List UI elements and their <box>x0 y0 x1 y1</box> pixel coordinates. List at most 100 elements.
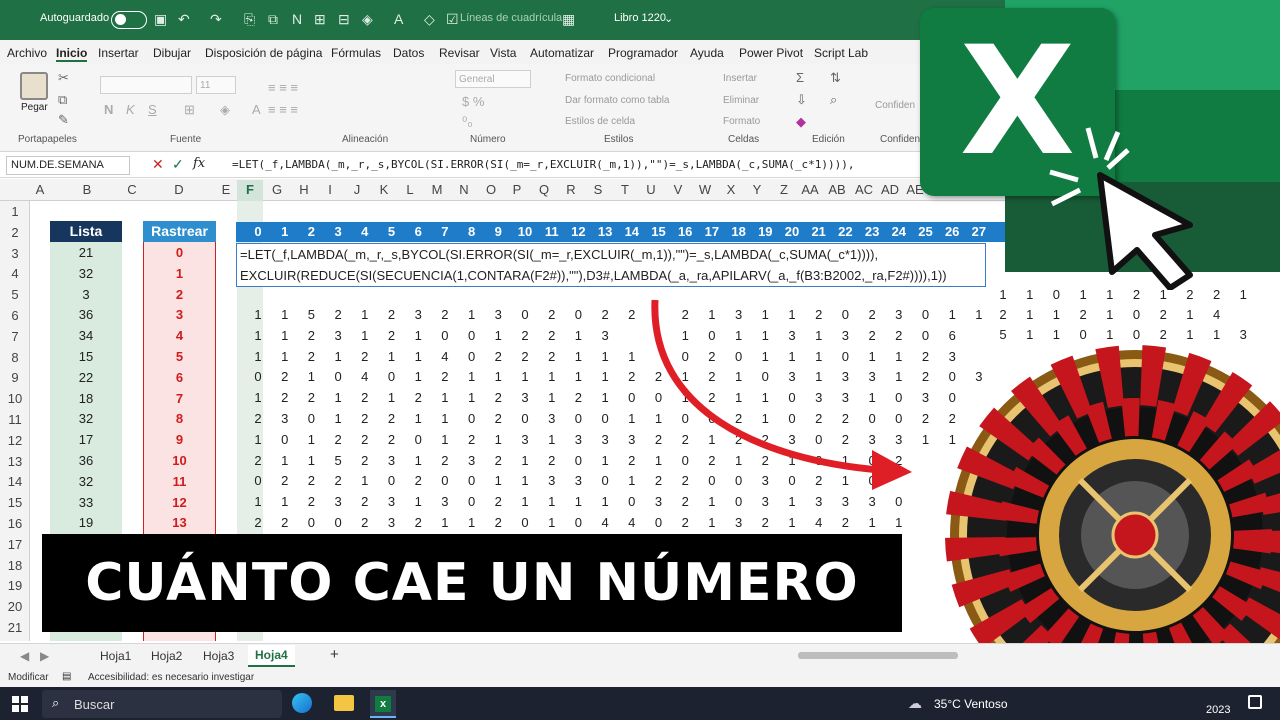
grid-cell[interactable]: 1 <box>298 432 324 447</box>
grid-cell[interactable]: 3 <box>432 494 458 509</box>
column-header-aa[interactable]: AA <box>797 182 823 197</box>
excel-taskbar-icon[interactable]: x <box>370 690 396 718</box>
grid-cell[interactable]: 2 <box>485 411 511 426</box>
grid-cell[interactable]: 0 <box>459 473 485 488</box>
grid-cell[interactable]: 1 <box>272 494 298 509</box>
accessibility-label[interactable]: Accesibilidad: es necesario investigar <box>88 672 254 683</box>
grid-cell[interactable]: 2 <box>352 390 378 405</box>
grid-cell[interactable]: 1 <box>379 390 405 405</box>
grid-cell[interactable]: 1 <box>245 349 271 364</box>
windows-start-icon[interactable] <box>12 696 28 712</box>
grid-cell[interactable]: 3 <box>592 432 618 447</box>
merge-icon[interactable]: ⊟ <box>338 11 350 27</box>
row-header-14[interactable]: 14 <box>0 474 30 489</box>
grid-cell[interactable]: 2 <box>352 453 378 468</box>
grid-cell[interactable]: 2 <box>405 390 431 405</box>
rastrear-cell[interactable]: 9 <box>143 432 216 447</box>
grid-cell[interactable]: 3 <box>325 494 351 509</box>
undo-icon[interactable]: ↶ <box>178 11 190 27</box>
grid-cell[interactable]: 5 <box>298 307 324 322</box>
autosum-icon[interactable]: Σ <box>796 70 804 85</box>
grid-cell[interactable]: 2 <box>298 328 324 343</box>
grid-cell[interactable]: 2 <box>539 349 565 364</box>
grid-cell[interactable]: 2 <box>352 349 378 364</box>
grid-cell[interactable]: 0 <box>565 453 591 468</box>
column-header-u[interactable]: U <box>638 182 664 197</box>
grid-cell[interactable]: 2 <box>325 432 351 447</box>
grid-cell[interactable]: 1 <box>432 515 458 530</box>
column-header-y[interactable]: Y <box>744 182 770 197</box>
table-icon[interactable]: ▦ <box>562 11 575 27</box>
grid-cell[interactable]: 4 <box>432 349 458 364</box>
cond-format-button[interactable]: Formato condicional <box>565 73 655 84</box>
lista-cell[interactable]: 18 <box>50 391 122 406</box>
grid-cell[interactable]: 2 <box>539 453 565 468</box>
grid-cell[interactable]: 1 <box>405 453 431 468</box>
confidential-button[interactable]: Confiden <box>875 100 915 111</box>
grid-cell[interactable]: 1 <box>939 307 965 322</box>
grid-cell[interactable]: 1 <box>539 369 565 384</box>
decimals-icon[interactable]: ⁰₀ <box>462 114 473 130</box>
grid-cell[interactable]: 1 <box>352 307 378 322</box>
grid-cell[interactable]: 0 <box>512 411 538 426</box>
grid-cell[interactable]: 3 <box>325 328 351 343</box>
cell-styles-button[interactable]: Estilos de celda <box>565 116 635 127</box>
grid-cell[interactable]: 1 <box>352 328 378 343</box>
menu-insertar[interactable]: Insertar <box>98 46 139 60</box>
formula-input[interactable]: =LET(_f,LAMBDA(_m,_r,_s,BYCOL(SI.ERROR(S… <box>232 158 855 171</box>
cancel-icon[interactable]: ✕ <box>152 156 164 173</box>
grid-cell[interactable]: 2 <box>539 307 565 322</box>
fill-color-icon[interactable]: ◈ <box>362 11 373 27</box>
grid-cell[interactable]: 1 <box>405 494 431 509</box>
menu-archivo[interactable]: Archivo <box>7 46 47 60</box>
column-header-c[interactable]: C <box>119 182 145 197</box>
grid-cell[interactable]: 1 <box>1230 287 1256 302</box>
grid-cell[interactable]: 3 <box>539 411 565 426</box>
grid-cell[interactable]: 1 <box>405 349 431 364</box>
menu-vista[interactable]: Vista <box>490 46 516 60</box>
row-header-1[interactable]: 1 <box>0 204 30 219</box>
column-header-ad[interactable]: AD <box>877 182 903 197</box>
grid-cell[interactable]: 1 <box>325 349 351 364</box>
lista-cell[interactable]: 3 <box>50 287 122 302</box>
grid-cell[interactable]: 2 <box>272 390 298 405</box>
lista-cell[interactable]: 21 <box>50 245 122 260</box>
column-header-l[interactable]: L <box>397 182 423 197</box>
grid-cell[interactable]: 1 <box>272 328 298 343</box>
row-header-7[interactable]: 7 <box>0 329 30 344</box>
grid-cell[interactable]: 1 <box>592 453 618 468</box>
row-header-8[interactable]: 8 <box>0 350 30 365</box>
grid-cell[interactable]: 1 <box>1097 307 1123 322</box>
grid-cell[interactable]: 1 <box>405 328 431 343</box>
grid-cell[interactable]: 1 <box>459 390 485 405</box>
grid-cell[interactable]: 0 <box>298 515 324 530</box>
grid-cell[interactable]: 0 <box>379 369 405 384</box>
clear-icon[interactable]: ◆ <box>796 114 806 130</box>
font-color-ribbon-icon[interactable]: A <box>252 102 261 117</box>
grid-cell[interactable]: 3 <box>512 390 538 405</box>
grid-cell[interactable]: 1 <box>699 515 725 530</box>
grid-cell[interactable]: 1 <box>485 473 511 488</box>
rastrear-cell[interactable]: 4 <box>143 328 216 343</box>
edge-icon[interactable] <box>292 693 312 713</box>
grid-cell[interactable]: 2 <box>298 349 324 364</box>
grid-cell[interactable]: 2 <box>485 390 511 405</box>
border-icon[interactable]: ⊞ <box>184 102 195 118</box>
grid-cell[interactable]: 1 <box>565 369 591 384</box>
grid-cell[interactable]: 3 <box>379 453 405 468</box>
grid-cell[interactable]: 1 <box>379 349 405 364</box>
grid-cell[interactable]: 0 <box>619 494 645 509</box>
grid-cell[interactable]: 1 <box>485 369 511 384</box>
macro-icon[interactable]: ▤ <box>62 671 71 682</box>
grid-cell[interactable]: 2 <box>405 473 431 488</box>
align-center-icon[interactable]: ≡ ≡ ≡ <box>268 102 298 117</box>
grid-cell[interactable]: 1 <box>272 307 298 322</box>
grid-cell[interactable]: 3 <box>379 494 405 509</box>
grid-cell[interactable]: 3 <box>539 473 565 488</box>
grid-cell[interactable]: 1 <box>352 473 378 488</box>
grid-cell[interactable]: 1 <box>298 453 324 468</box>
grid-cell[interactable]: 1 <box>459 369 485 384</box>
row-header-18[interactable]: 18 <box>0 558 30 573</box>
grid-cell[interactable]: 0 <box>245 473 271 488</box>
chevron-down-icon[interactable]: ⌄ <box>664 12 673 25</box>
